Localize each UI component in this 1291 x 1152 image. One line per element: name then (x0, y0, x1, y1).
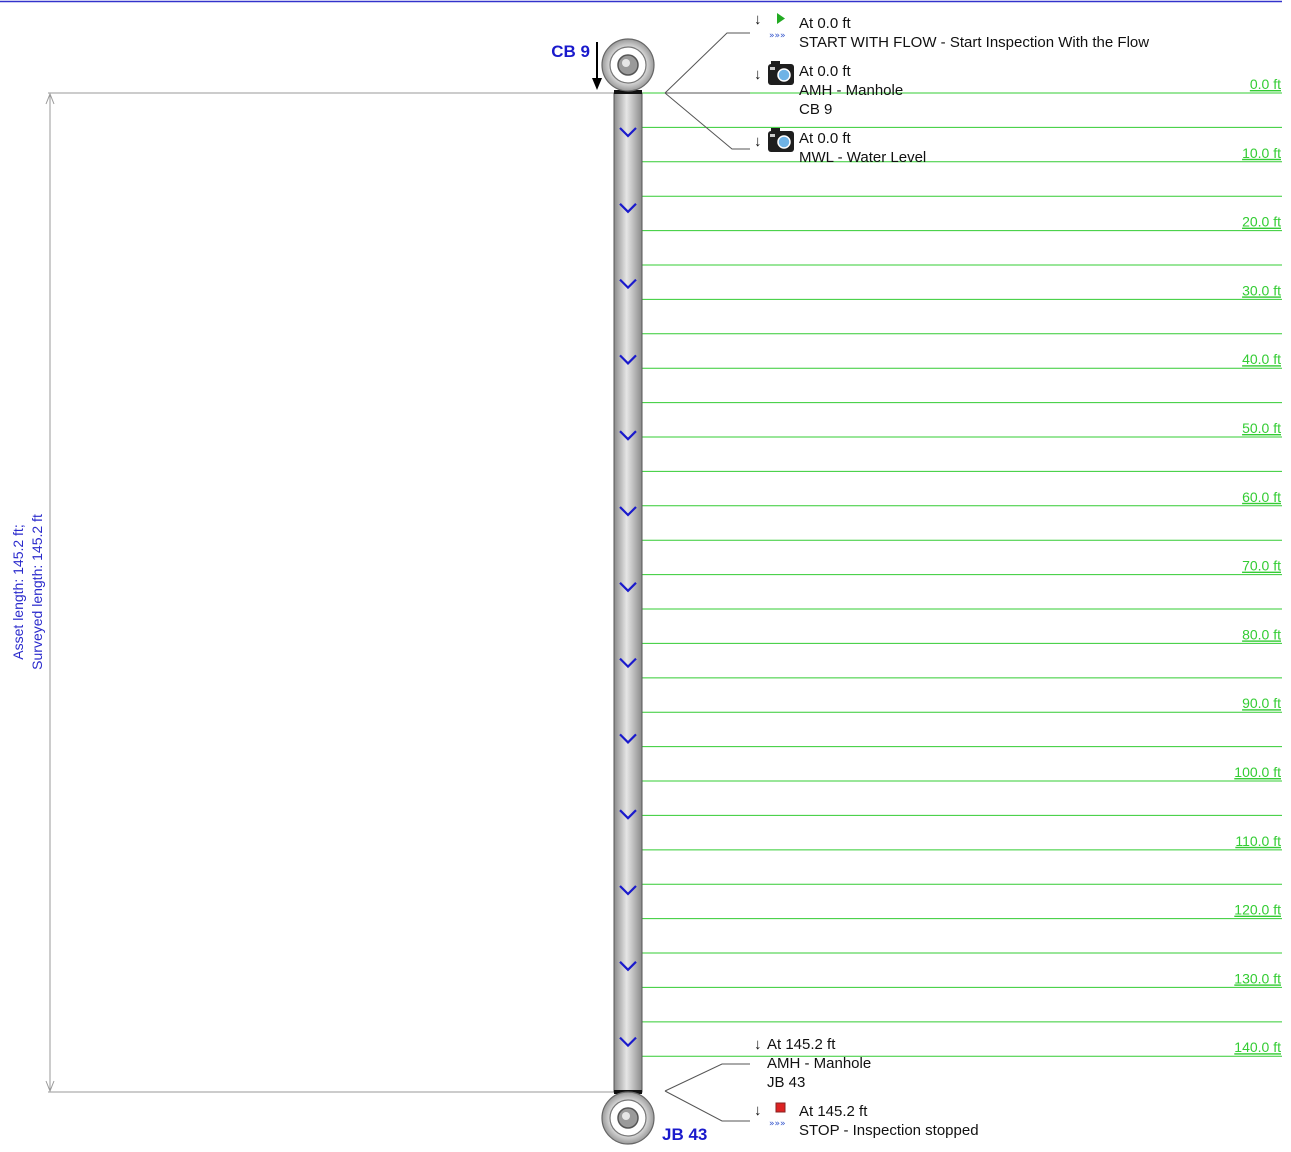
down-arrow-icon: ↓ (754, 133, 762, 150)
start-flow-icon: »»» (769, 13, 786, 41)
observation-description: MWL - Water Level (799, 149, 926, 166)
start-arrow-icon (592, 42, 602, 90)
observation-distance: At 145.2 ft (799, 1103, 868, 1120)
length-dimension: Asset length: 145.2 ft; Surveyed length:… (10, 92, 640, 1093)
stop-flow-icon: »»» (769, 1102, 786, 1129)
distance-label: 130.0 ft (1234, 970, 1281, 986)
distance-label: 0.0 ft (1250, 76, 1281, 92)
pipe-inspection-diagram: 0.0 ft 10.0 ft 20.0 ft 30.0 ft 40.0 ft 50.0 f… (0, 0, 1282, 1145)
distance-label: 60.0 ft (1242, 489, 1281, 505)
asset-length-label: Asset length: 145.2 ft; (10, 524, 26, 659)
down-arrow-icon: ↓ (754, 66, 762, 83)
distance-label: 140.0 ft (1234, 1039, 1281, 1055)
distance-label: 30.0 ft (1242, 282, 1281, 298)
distance-label: 100.0 ft (1234, 764, 1281, 780)
distance-label: 110.0 ft (1235, 833, 1281, 849)
distance-label: 120.0 ft (1234, 902, 1281, 918)
distance-label: 20.0 ft (1242, 214, 1281, 230)
observation-distance: At 0.0 ft (799, 63, 852, 80)
observation-distance: At 145.2 ft (767, 1036, 836, 1053)
distance-label: 90.0 ft (1242, 695, 1281, 711)
svg-text:»»»: »»» (769, 1119, 786, 1129)
observation-stop[interactable]: ↓ »»» At 145.2 ft STOP - Inspection stop… (754, 1102, 979, 1139)
downstream-node-label: JB 43 (662, 1125, 707, 1144)
distance-label: 50.0 ft (1242, 420, 1281, 436)
observation-manhole-downstream[interactable]: ↓ At 145.2 ft AMH - Manhole JB 43 (754, 1036, 871, 1091)
camera-icon (768, 128, 794, 152)
surveyed-length-label: Surveyed length: 145.2 ft (29, 514, 45, 670)
observation-distance: At 0.0 ft (799, 130, 852, 147)
distance-label: 10.0 ft (1242, 145, 1281, 161)
distance-label: 70.0 ft (1242, 558, 1281, 574)
distance-grid: 0.0 ft 10.0 ft 20.0 ft 30.0 ft 40.0 ft 50.0 f… (642, 76, 1282, 1057)
observation-description: STOP - Inspection stopped (799, 1122, 979, 1139)
observation-remark: JB 43 (767, 1074, 805, 1091)
distance-label: 80.0 ft (1242, 626, 1281, 642)
observation-water-level[interactable]: ↓ At 0.0 ft MWL - Water Level (754, 128, 926, 166)
upstream-node-label: CB 9 (551, 42, 590, 61)
upstream-manhole[interactable] (601, 38, 655, 92)
observation-manhole-upstream[interactable]: ↓ At 0.0 ft AMH - Manhole CB 9 (754, 61, 903, 118)
observation-description: AMH - Manhole (799, 82, 903, 99)
down-arrow-icon: ↓ (754, 11, 762, 28)
observation-distance: At 0.0 ft (799, 15, 852, 32)
svg-text:»»»: »»» (769, 31, 786, 41)
camera-icon (768, 61, 794, 85)
down-arrow-icon: ↓ (754, 1102, 762, 1119)
downstream-manhole[interactable] (601, 1091, 655, 1145)
down-arrow-icon: ↓ (754, 1036, 762, 1053)
distance-label: 40.0 ft (1242, 351, 1281, 367)
observation-start-flow[interactable]: ↓ »»» At 0.0 ft START WITH FLOW - Start … (754, 11, 1149, 51)
observation-description: START WITH FLOW - Start Inspection With … (799, 34, 1149, 51)
observation-remark: CB 9 (799, 101, 832, 118)
observation-description: AMH - Manhole (767, 1055, 871, 1072)
